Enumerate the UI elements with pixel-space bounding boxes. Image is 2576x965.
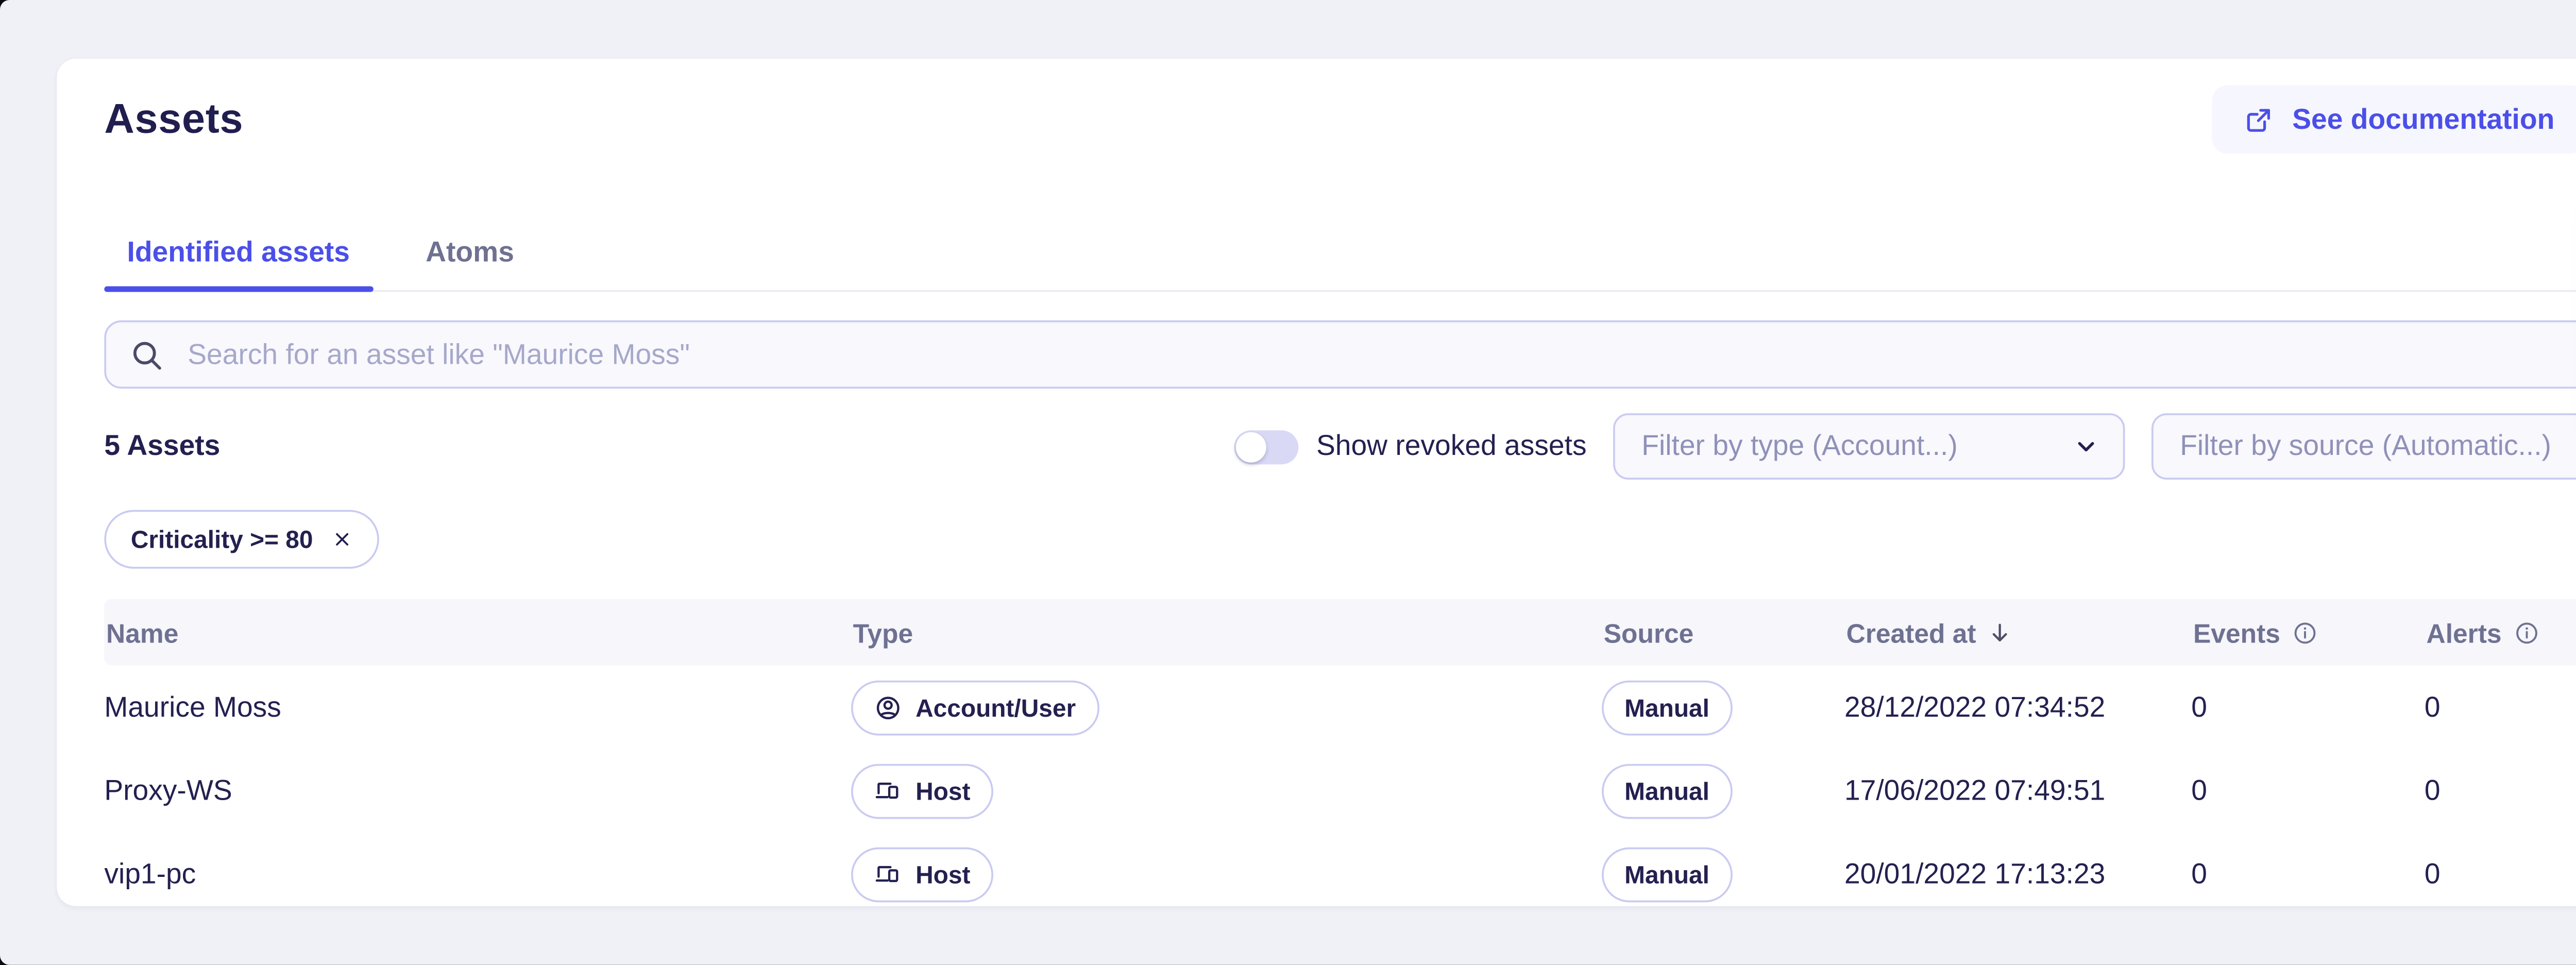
criticality-filter-chip[interactable]: Criticality >= 80 xyxy=(104,510,379,569)
asset-name: Proxy-WS xyxy=(104,774,851,807)
header-actions: See documentation New asset xyxy=(2213,86,2576,154)
source-badge: Manual xyxy=(1602,847,1732,902)
account-user-icon xyxy=(874,693,902,721)
assets-table: Name Type Source Created at Events Aler xyxy=(104,599,2576,916)
info-icon[interactable] xyxy=(2292,619,2318,646)
search-input[interactable] xyxy=(184,336,2576,373)
filter-by-source-select[interactable]: Filter by source (Automatic...) xyxy=(2151,413,2576,480)
column-header-type[interactable]: Type xyxy=(851,617,1602,648)
toolbar-controls: Show revoked assets Filter by type (Acco… xyxy=(1235,413,2576,480)
asset-count: 5 Assets xyxy=(104,430,220,463)
assets-page: Assets See documentation New asset xyxy=(0,0,2576,965)
close-icon xyxy=(332,529,352,550)
chevron-down-icon xyxy=(2072,432,2100,461)
events-count: 0 xyxy=(2191,691,2425,723)
info-icon[interactable] xyxy=(2513,619,2540,646)
show-revoked-toggle-group: Show revoked assets xyxy=(1235,429,1587,463)
table-header-row: Name Type Source Created at Events Aler xyxy=(104,599,2576,666)
see-documentation-label: See documentation xyxy=(2292,104,2554,136)
tab-bar: Identified assets Atoms xyxy=(104,237,2576,292)
host-icon xyxy=(874,860,902,888)
column-header-name[interactable]: Name xyxy=(104,617,851,648)
filter-by-source-value: Filter by source (Automatic...) xyxy=(2180,430,2551,463)
filter-by-type-value: Filter by type (Account...) xyxy=(1641,430,1957,463)
show-revoked-label: Show revoked assets xyxy=(1316,430,1587,463)
created-at: 28/12/2022 07:34:52 xyxy=(1844,691,2191,723)
remove-chip-button[interactable] xyxy=(332,529,352,550)
alerts-count: 0 xyxy=(2425,858,2576,890)
show-revoked-toggle[interactable] xyxy=(1235,429,1299,463)
type-badge: Account/User xyxy=(851,680,1098,735)
events-count: 0 xyxy=(2191,858,2425,890)
table-row[interactable]: Maurice Moss Account/User Manual 28/12/2… xyxy=(104,665,2576,749)
list-toolbar: 5 Assets Show revoked assets Filter by t… xyxy=(104,413,2576,480)
alerts-count: 0 xyxy=(2425,774,2576,807)
asset-search-bar xyxy=(104,320,2576,388)
created-at: 17/06/2022 07:49:51 xyxy=(1844,774,2191,807)
source-badge: Manual xyxy=(1602,763,1732,818)
page-title: Assets xyxy=(104,95,243,144)
asset-name: Maurice Moss xyxy=(104,691,851,723)
host-icon xyxy=(874,776,902,805)
column-header-events[interactable]: Events xyxy=(2191,617,2425,648)
source-badge: Manual xyxy=(1602,680,1732,735)
tab-atoms[interactable]: Atoms xyxy=(403,237,537,290)
column-header-alerts[interactable]: Alerts xyxy=(2425,617,2576,648)
alerts-count: 0 xyxy=(2425,691,2576,723)
type-badge: Host xyxy=(851,763,993,818)
search-icon xyxy=(129,336,165,373)
events-count: 0 xyxy=(2191,774,2425,807)
table-row[interactable]: vip1-pc Host Manual 20/01/2022 17:13:23 … xyxy=(104,832,2576,916)
assets-card: Assets See documentation New asset xyxy=(57,59,2576,906)
created-at: 20/01/2022 17:13:23 xyxy=(1844,858,2191,890)
sort-desc-arrow-icon xyxy=(1988,619,2014,646)
page-header: Assets See documentation New asset xyxy=(104,86,2576,154)
active-filters-row: Criticality >= 80 Clear all filters xyxy=(104,512,2576,567)
column-header-source[interactable]: Source xyxy=(1602,617,1844,648)
column-header-created-at[interactable]: Created at xyxy=(1844,617,2191,648)
tab-identified-assets[interactable]: Identified assets xyxy=(104,237,372,290)
asset-name: vip1-pc xyxy=(104,858,851,890)
see-documentation-button[interactable]: See documentation xyxy=(2213,86,2576,154)
table-row[interactable]: Proxy-WS Host Manual 17/06/2022 07:49:51… xyxy=(104,749,2576,832)
external-link-icon xyxy=(2243,104,2276,136)
toggle-knob xyxy=(1236,431,1267,462)
type-badge: Host xyxy=(851,847,993,902)
filter-by-type-select[interactable]: Filter by type (Account...) xyxy=(1613,413,2125,480)
chip-label: Criticality >= 80 xyxy=(131,525,313,553)
